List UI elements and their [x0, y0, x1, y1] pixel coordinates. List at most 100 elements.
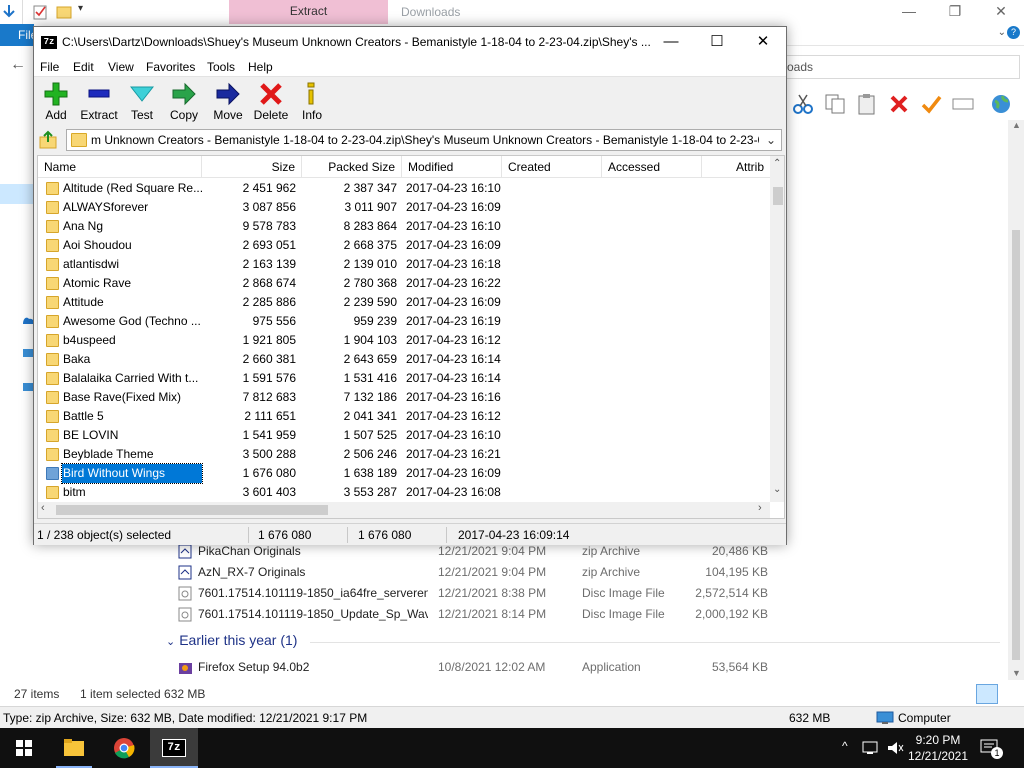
menu-tools[interactable]: Tools — [201, 57, 241, 77]
file-row[interactable]: atlantisdwi 2 163 139 2 139 010 2017-04-23 … — [38, 255, 770, 274]
taskbar-chrome[interactable] — [100, 728, 148, 768]
tab-extract[interactable]: Extract — [229, 0, 388, 24]
menu-help[interactable]: Help — [242, 57, 279, 77]
close-icon[interactable]: ✕ — [978, 0, 1024, 24]
column-header-attrib[interactable]: Attrib — [702, 156, 770, 178]
column-header-modified[interactable]: Modified — [402, 156, 502, 178]
start-button[interactable] — [0, 728, 48, 768]
menu-edit[interactable]: Edit — [67, 57, 100, 77]
file-row[interactable]: Atomic Rave 2 868 674 2 780 368 2017-04-23 … — [38, 274, 770, 293]
list-item[interactable]: 7601.17514.101119-1850_ia64fre_serveren.… — [178, 583, 778, 604]
move-button[interactable]: Move — [208, 80, 248, 124]
scroll-down-icon[interactable]: ⌄ — [773, 484, 781, 495]
7zip-titlebar[interactable]: 7z C:\Users\Dartz\Downloads\Shuey's Muse… — [34, 27, 786, 57]
minimize-icon[interactable]: — — [648, 27, 694, 57]
file-modified: 2017-04-23 16:18 — [406, 257, 501, 271]
menu-favorites[interactable]: Favorites — [140, 57, 201, 77]
folder-up-icon[interactable] — [38, 130, 58, 150]
file-row[interactable]: Ana Ng 9 578 783 8 283 864 2017-04-23 16:10 — [38, 217, 770, 236]
file-date: 12/21/2021 8:14 PM — [438, 607, 547, 621]
menu-view[interactable]: View — [102, 57, 140, 77]
scroll-left-icon[interactable]: ‹ — [41, 502, 45, 514]
help-icon[interactable]: ? — [1007, 26, 1020, 39]
large-icons-view-icon[interactable] — [1002, 684, 1022, 704]
file-packed-size: 2 668 375 — [343, 238, 397, 252]
delete-button[interactable]: Delete — [250, 80, 292, 124]
expand-ribbon-icon[interactable]: ⌄ — [998, 27, 1006, 38]
file-row[interactable]: Base Rave(Fixed Mix) 7 812 683 7 132 186 20… — [38, 388, 770, 407]
copy-button[interactable]: Copy — [164, 80, 204, 124]
maximize-icon[interactable]: ☐ — [694, 27, 740, 57]
close-icon[interactable]: ✕ — [740, 27, 786, 57]
file-row[interactable]: Baka 2 660 381 2 643 659 2017-04-23 16:14 — [38, 350, 770, 369]
list-item[interactable]: AzN_RX-7 Originals 12/21/2021 9:04 PM zi… — [178, 562, 778, 583]
explorer-vertical-scrollbar[interactable]: ▲ ▼ — [1008, 120, 1024, 680]
horizontal-scroll-thumb[interactable] — [56, 505, 328, 515]
copy-icon[interactable] — [824, 93, 846, 115]
paste-icon[interactable] — [856, 93, 878, 115]
path-combobox[interactable]: m Unknown Creators - Bemanistyle 1-18-04… — [66, 129, 782, 151]
file-row[interactable]: Aoi Shoudou 2 693 051 2 668 375 2017-04-23 … — [38, 236, 770, 255]
vertical-scroll-thumb[interactable] — [773, 187, 783, 205]
scroll-up-icon[interactable]: ⌃ — [773, 158, 781, 169]
details-view-icon[interactable] — [976, 684, 998, 704]
7zip-app-icon[interactable]: 7z — [41, 36, 57, 49]
file-packed-size: 1 638 189 — [343, 466, 397, 480]
minimize-icon[interactable]: — — [886, 0, 932, 24]
file-row[interactable]: Altitude (Red Square Re... 2 451 962 2 387… — [38, 179, 770, 198]
show-hidden-icons-icon[interactable]: ^ — [842, 739, 848, 753]
column-header-size[interactable]: Size — [202, 156, 302, 178]
info-button[interactable]: Info — [296, 80, 328, 124]
group-header-earlier-this-year[interactable]: ⌄ Earlier this year (1) — [166, 632, 297, 652]
scroll-up-icon[interactable]: ▲ — [1012, 120, 1021, 130]
taskbar-7zip[interactable]: 7z — [150, 728, 198, 768]
scroll-right-icon[interactable]: › — [758, 502, 762, 514]
list-item[interactable]: Firefox Setup 94.0b2 10/8/2021 12:02 AM … — [178, 657, 778, 678]
file-size: 104,195 KB — [705, 565, 768, 579]
column-header-packed-size[interactable]: Packed Size — [302, 156, 402, 178]
customize-qat-icon[interactable]: ▾ — [78, 3, 83, 14]
globe-icon[interactable] — [990, 93, 1012, 115]
file-row[interactable]: Awesome God (Techno ... 975 556 959 239 201… — [38, 312, 770, 331]
address-bar[interactable]: oads — [782, 55, 1020, 79]
checkmark-icon[interactable] — [920, 93, 942, 115]
clock[interactable]: 9:20 PM 12/21/2021 — [898, 732, 978, 764]
cut-icon[interactable] — [792, 93, 814, 115]
test-button[interactable]: Test — [124, 80, 160, 124]
file-packed-size: 2 643 659 — [343, 352, 397, 366]
file-row[interactable]: Beyblade Theme 3 500 288 2 506 246 2017-04-… — [38, 445, 770, 464]
column-header-created[interactable]: Created — [502, 156, 602, 178]
file-row[interactable]: Attitude 2 285 886 2 239 590 2017-04-23 16:… — [38, 293, 770, 312]
properties-icon[interactable] — [32, 4, 48, 20]
column-header-name[interactable]: Name — [38, 156, 202, 178]
back-arrow-icon[interactable]: ← — [10, 56, 26, 74]
file-row[interactable]: ALWAYSforever 3 087 856 3 011 907 2017-04-2… — [38, 198, 770, 217]
file-row[interactable]: BE LOVIN 1 541 959 1 507 525 2017-04-23 16:… — [38, 426, 770, 445]
column-header-accessed[interactable]: Accessed — [602, 156, 702, 178]
maximize-icon[interactable]: ❐ — [932, 0, 978, 24]
list-item[interactable]: 7601.17514.101119-1850_Update_Sp_Wav... … — [178, 604, 778, 625]
menu-file[interactable]: File — [34, 57, 65, 77]
download-arrow-icon[interactable] — [2, 4, 16, 20]
network-icon[interactable] — [862, 740, 880, 756]
new-folder-icon[interactable] — [56, 4, 72, 20]
horizontal-scrollbar[interactable]: ‹ › — [38, 502, 770, 518]
chevron-down-icon[interactable]: ⌄ — [763, 130, 779, 150]
extract-button[interactable]: Extract — [78, 80, 120, 124]
file-row[interactable]: Battle 5 2 111 651 2 041 341 2017-04-23 16:… — [38, 407, 770, 426]
add-button[interactable]: Add — [38, 80, 74, 124]
file-modified: 2017-04-23 16:09 — [406, 466, 501, 480]
file-row[interactable]: b4uspeed 1 921 805 1 904 103 2017-04-23 16:… — [38, 331, 770, 350]
scroll-down-icon[interactable]: ▼ — [1012, 668, 1021, 678]
action-center-button[interactable]: 1 — [980, 737, 1003, 759]
file-tab[interactable]: File — [0, 24, 37, 46]
vertical-scrollbar[interactable]: ⌃ ⌄ — [770, 156, 784, 502]
nav-selected-item[interactable] — [0, 184, 34, 204]
file-row[interactable]: bitm 3 601 403 3 553 287 2017-04-23 16:08 — [38, 483, 770, 502]
taskbar-file-explorer[interactable] — [50, 728, 98, 768]
delete-icon[interactable] — [888, 93, 910, 115]
file-list[interactable]: Name Size Packed Size Modified Created A… — [37, 155, 785, 519]
file-row[interactable]: Balalaika Carried With t... 1 591 576 1 53… — [38, 369, 770, 388]
file-row[interactable]: Bird Without Wings 1 676 080 1 638 189 2017… — [38, 463, 770, 484]
rename-icon[interactable] — [952, 95, 974, 113]
